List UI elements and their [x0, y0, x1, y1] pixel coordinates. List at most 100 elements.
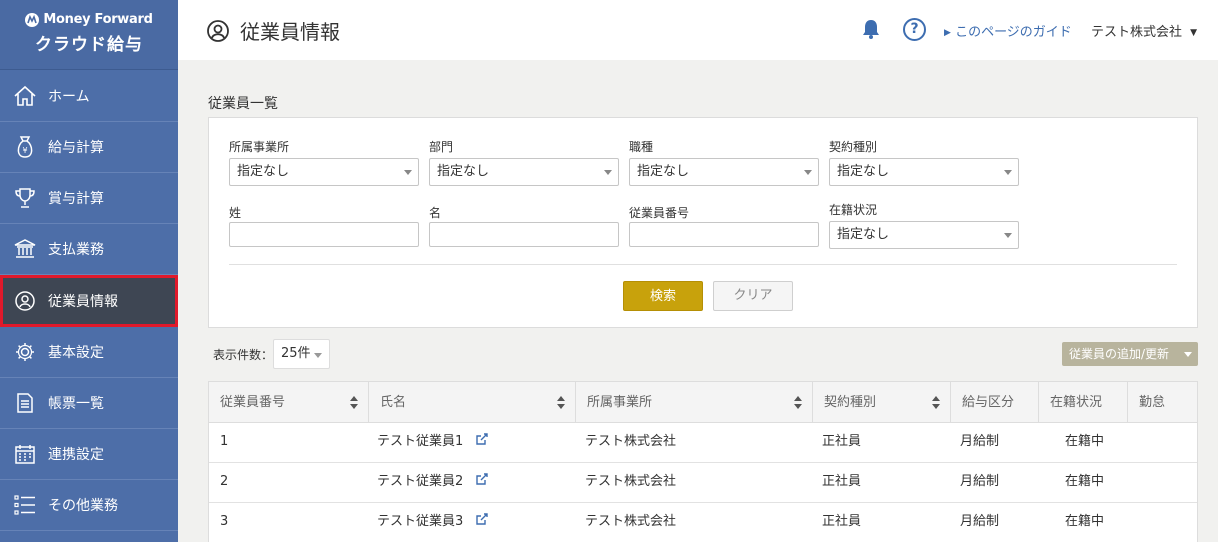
caret-right-icon: ▶: [944, 28, 951, 38]
search-button[interactable]: 検索: [623, 281, 703, 311]
header-label: 所属事業所: [587, 395, 653, 410]
status-select[interactable]: 指定なし: [829, 221, 1019, 249]
sidebar-item-label: 帳票一覧: [48, 396, 104, 412]
sidebar-item-payroll[interactable]: ¥ 給与計算: [0, 122, 178, 173]
calendar-icon: [12, 441, 38, 467]
cell-employee-number: 3: [220, 514, 229, 529]
job-select[interactable]: 指定なし: [629, 158, 819, 186]
sidebar-item-integration[interactable]: 連携設定: [0, 429, 178, 480]
header-office[interactable]: 所属事業所: [576, 382, 813, 423]
status-label: 在籍状況: [829, 203, 878, 217]
page-guide-link[interactable]: ▶ このページのガイド: [944, 21, 1072, 40]
sidebar-item-label: 給与計算: [48, 140, 104, 156]
count-label: 表示件数：: [213, 348, 274, 362]
cell-office: テスト株式会社: [585, 474, 677, 489]
money-bag-icon: ¥: [12, 134, 38, 160]
sidebar: Money Forward クラウド給与 ホーム ¥ 給与計算 賞与計算 支払業…: [0, 0, 178, 542]
first-name-label: 名: [429, 206, 442, 220]
table-row: 2 テスト従業員2 テスト株式会社 正社員 月給制 在籍中: [209, 463, 1197, 503]
sort-icon[interactable]: [932, 396, 940, 409]
count-select[interactable]: 25件: [273, 339, 330, 369]
sidebar-item-payment[interactable]: 支払業務: [0, 224, 178, 275]
table-header: 従業員番号 氏名 所属事業所 契約種別 給与区分 在籍状況 勤怠: [209, 382, 1197, 423]
cell-pay-type: 月給制: [960, 434, 1000, 449]
cell-pay-type: 月給制: [960, 514, 1000, 529]
job-label: 職種: [629, 140, 654, 154]
filter-divider: [229, 264, 1177, 265]
cell-status: 在籍中: [1065, 514, 1105, 529]
sidebar-item-home[interactable]: ホーム: [0, 71, 178, 122]
cell-name: テスト従業員2: [366, 463, 489, 503]
sidebar-item-label: 支払業務: [48, 242, 104, 258]
list-icon: [12, 492, 38, 518]
cell-office: テスト株式会社: [585, 514, 677, 529]
sort-icon[interactable]: [794, 396, 802, 409]
cell-contract: 正社員: [822, 514, 862, 529]
header-label: 従業員番号: [220, 395, 286, 410]
last-name-input[interactable]: [229, 222, 419, 247]
sidebar-item-label: その他業務: [48, 498, 118, 514]
last-name-label: 姓: [229, 206, 242, 220]
department-label: 部門: [429, 140, 454, 154]
brand-logo[interactable]: Money Forward クラウド給与: [0, 0, 178, 70]
office-select[interactable]: 指定なし: [229, 158, 419, 186]
sidebar-item-reports[interactable]: 帳票一覧: [0, 378, 178, 429]
cell-contract: 正社員: [822, 434, 862, 449]
employee-name-link[interactable]: テスト従業員1: [377, 434, 463, 449]
contract-select[interactable]: 指定なし: [829, 158, 1019, 186]
trophy-icon: [12, 185, 38, 211]
table-row: 1 テスト従業員1 テスト株式会社 正社員 月給制 在籍中: [209, 423, 1197, 463]
table-row: 3 テスト従業員3 テスト株式会社 正社員 月給制 在籍中: [209, 503, 1197, 542]
sidebar-item-label: ホーム: [48, 89, 90, 105]
cell-contract: 正社員: [822, 474, 862, 489]
employee-name-link[interactable]: テスト従業員3: [377, 514, 463, 529]
header-attendance: 勤怠: [1139, 395, 1166, 410]
bank-icon: [12, 236, 38, 262]
employee-name-link[interactable]: テスト従業員2: [377, 474, 463, 489]
header-employee-number[interactable]: 従業員番号: [209, 382, 369, 423]
sort-icon[interactable]: [557, 396, 565, 409]
external-link-icon[interactable]: [475, 513, 489, 526]
sort-icon[interactable]: [350, 396, 358, 409]
sidebar-item-label: 従業員情報: [48, 294, 118, 310]
employee-number-input[interactable]: [629, 222, 819, 247]
cell-status: 在籍中: [1065, 434, 1105, 449]
help-icon[interactable]: ?: [903, 18, 926, 41]
cell-employee-number: 1: [220, 434, 229, 449]
svg-text:¥: ¥: [22, 146, 27, 155]
page-title: 従業員情報: [240, 20, 340, 44]
employee-icon: [207, 19, 229, 42]
employee-table: 従業員番号 氏名 所属事業所 契約種別 給与区分 在籍状況 勤怠 1 テスト従業…: [208, 381, 1198, 542]
sidebar-item-label: 基本設定: [48, 345, 104, 361]
cell-name: テスト従業員3: [366, 503, 489, 542]
cell-attendance: [1128, 503, 1139, 542]
department-select[interactable]: 指定なし: [429, 158, 619, 186]
header-contract[interactable]: 契約種別: [813, 382, 951, 423]
header-name[interactable]: 氏名: [369, 382, 576, 423]
office-label: 所属事業所: [229, 140, 290, 154]
home-icon: [12, 83, 38, 109]
cell-employee-number: 2: [220, 474, 229, 489]
page-guide-label: このページのガイド: [955, 25, 1072, 40]
employee-number-label: 従業員番号: [629, 206, 690, 220]
sidebar-item-other[interactable]: その他業務: [0, 480, 178, 531]
company-name: テスト株式会社: [1091, 25, 1183, 40]
filter-panel: 所属事業所 指定なし 部門 指定なし 職種 指定なし 契約種別 指定なし 姓 名…: [208, 117, 1198, 328]
header-label: 契約種別: [824, 395, 877, 410]
money-forward-logo-icon: [25, 12, 40, 27]
cell-name: テスト従業員1: [366, 423, 489, 463]
first-name-input[interactable]: [429, 222, 619, 247]
bell-icon[interactable]: [862, 19, 880, 43]
caret-down-icon: ▼: [1190, 28, 1198, 38]
cell-pay-type: 月給制: [960, 474, 1000, 489]
sidebar-item-employee-info[interactable]: 従業員情報: [0, 275, 178, 327]
cell-attendance: [1128, 423, 1139, 463]
clear-button[interactable]: クリア: [713, 281, 793, 311]
external-link-icon[interactable]: [475, 473, 489, 486]
add-employee-button[interactable]: 従業員の追加/更新: [1062, 342, 1198, 366]
sidebar-item-settings[interactable]: 基本設定: [0, 327, 178, 378]
sidebar-item-bonus[interactable]: 賞与計算: [0, 173, 178, 224]
company-menu[interactable]: テスト株式会社 ▼: [1091, 21, 1197, 40]
cell-office: テスト株式会社: [585, 434, 677, 449]
external-link-icon[interactable]: [475, 433, 489, 446]
